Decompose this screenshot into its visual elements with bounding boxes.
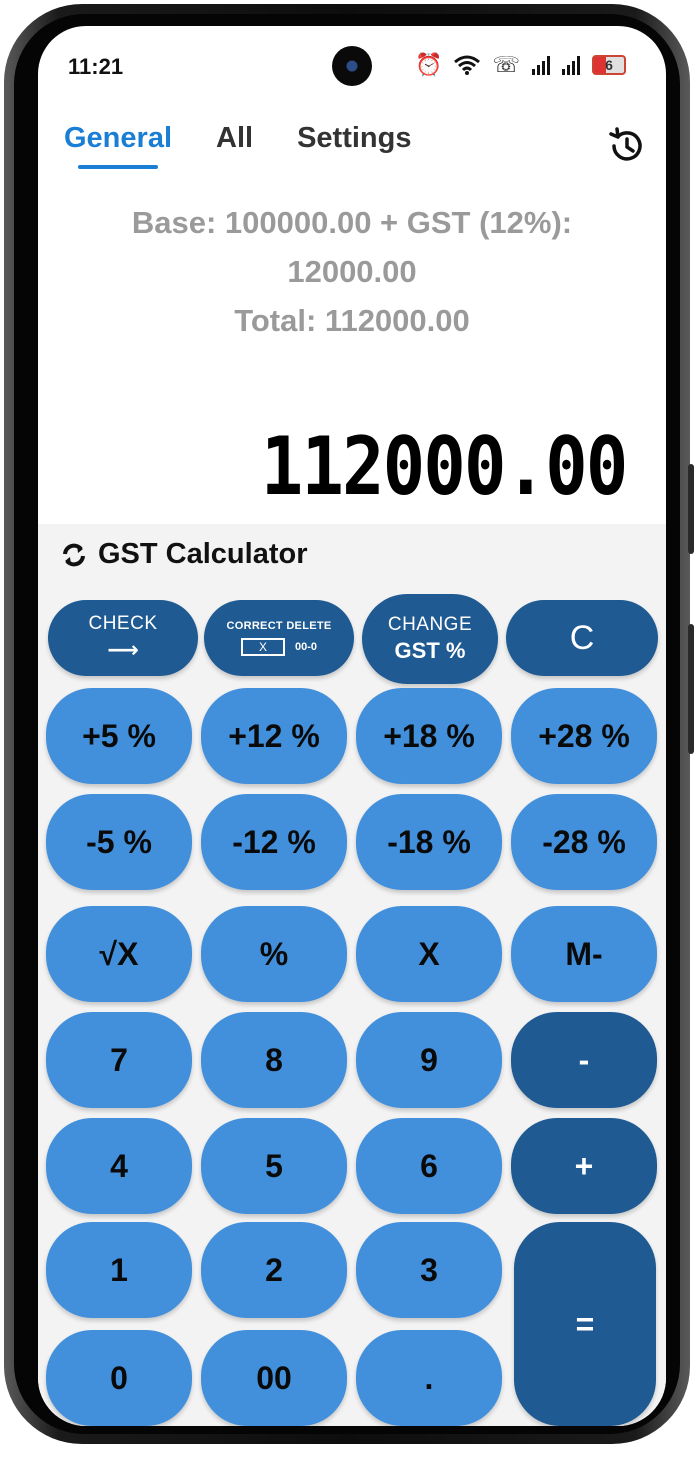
keypad-header: GST Calculator: [60, 538, 308, 571]
summary-line-base: Base: 100000.00 + GST (12%):: [131, 205, 573, 240]
sub-gst-18-button[interactable]: -18 %: [356, 794, 502, 890]
app-screen: 11:21 ⏰ ☏ 6 General All Settings Base: 1…: [38, 26, 666, 1426]
digit-5-button[interactable]: 5: [201, 1118, 347, 1214]
delete-box-icon: X: [240, 638, 285, 656]
status-time: 11:21: [68, 54, 124, 79]
tab-all[interactable]: All: [216, 122, 253, 169]
correct-delete-hint: 00-0: [294, 641, 318, 653]
change-line1: CHANGE: [387, 614, 473, 635]
phone-frame: 11:21 ⏰ ☏ 6 General All Settings Base: 1…: [4, 4, 694, 1444]
correct-delete-label: CORRECT DELETE: [226, 620, 332, 632]
digit-6-button[interactable]: 6: [356, 1118, 502, 1214]
summary-line-gst: 12000.00: [287, 254, 417, 289]
digit-9-button[interactable]: 9: [356, 1012, 502, 1108]
correct-delete-button[interactable]: CORRECT DELETE X 00-0: [204, 600, 354, 676]
power-button: [688, 624, 694, 754]
check-button[interactable]: CHECK ⟶: [48, 600, 198, 676]
sub-gst-12-button[interactable]: -12 %: [201, 794, 347, 890]
check-label: CHECK: [88, 613, 158, 634]
calculation-summary: Base: 100000.00 + GST (12%): 12000.00 To…: [58, 198, 646, 345]
digit-2-button[interactable]: 2: [201, 1222, 347, 1318]
refresh-icon[interactable]: [60, 541, 88, 569]
arrow-right-icon: ⟶: [107, 637, 139, 662]
add-gst-28-button[interactable]: +28 %: [511, 688, 657, 784]
tab-bar: General All Settings: [64, 122, 411, 169]
sub-gst-28-button[interactable]: -28 %: [511, 794, 657, 890]
add-gst-18-button[interactable]: +18 %: [356, 688, 502, 784]
decimal-button[interactable]: .: [356, 1330, 502, 1426]
subtract-button[interactable]: -: [511, 1012, 657, 1108]
signal-icon: [532, 55, 550, 75]
keypad: GST Calculator CHECK ⟶ CORRECT DELETE X …: [38, 524, 666, 1426]
battery-icon: 6: [592, 55, 626, 75]
tab-general[interactable]: General: [64, 122, 172, 169]
change-line2: GST %: [394, 638, 466, 663]
front-camera: [332, 46, 372, 86]
add-gst-5-button[interactable]: +5 %: [46, 688, 192, 784]
keypad-title: GST Calculator: [98, 538, 308, 570]
sub-gst-5-button[interactable]: -5 %: [46, 794, 192, 890]
wifi-icon: [454, 55, 481, 75]
status-bar: 11:21 ⏰ ☏ 6: [38, 26, 666, 106]
add-gst-12-button[interactable]: +12 %: [201, 688, 347, 784]
status-icons: ⏰ ☏ 6: [415, 52, 626, 78]
battery-level: 6: [605, 57, 613, 73]
clear-button[interactable]: C: [506, 600, 658, 676]
change-gst-button[interactable]: CHANGE GST %: [362, 594, 498, 684]
sqrt-button[interactable]: √X: [46, 906, 192, 1002]
add-button[interactable]: +: [511, 1118, 657, 1214]
equals-button[interactable]: =: [514, 1222, 656, 1426]
multiply-button[interactable]: X: [356, 906, 502, 1002]
summary-line-total: Total: 112000.00: [234, 303, 470, 338]
digit-3-button[interactable]: 3: [356, 1222, 502, 1318]
history-icon[interactable]: [606, 126, 646, 166]
correct-delete-hint-row: X 00-0: [240, 638, 318, 656]
volume-button: [688, 464, 694, 554]
tab-settings[interactable]: Settings: [297, 122, 411, 169]
digit-7-button[interactable]: 7: [46, 1012, 192, 1108]
percent-button[interactable]: %: [201, 906, 347, 1002]
result-display: 112000.00: [260, 420, 627, 513]
signal-icon: [562, 55, 580, 75]
alarm-icon: ⏰: [415, 52, 443, 77]
digit-0-button[interactable]: 0: [46, 1330, 192, 1426]
digit-8-button[interactable]: 8: [201, 1012, 347, 1108]
call-icon: ☏: [492, 52, 520, 77]
memory-minus-button[interactable]: M-: [511, 906, 657, 1002]
digit-1-button[interactable]: 1: [46, 1222, 192, 1318]
double-zero-button[interactable]: 00: [201, 1330, 347, 1426]
digit-4-button[interactable]: 4: [46, 1118, 192, 1214]
